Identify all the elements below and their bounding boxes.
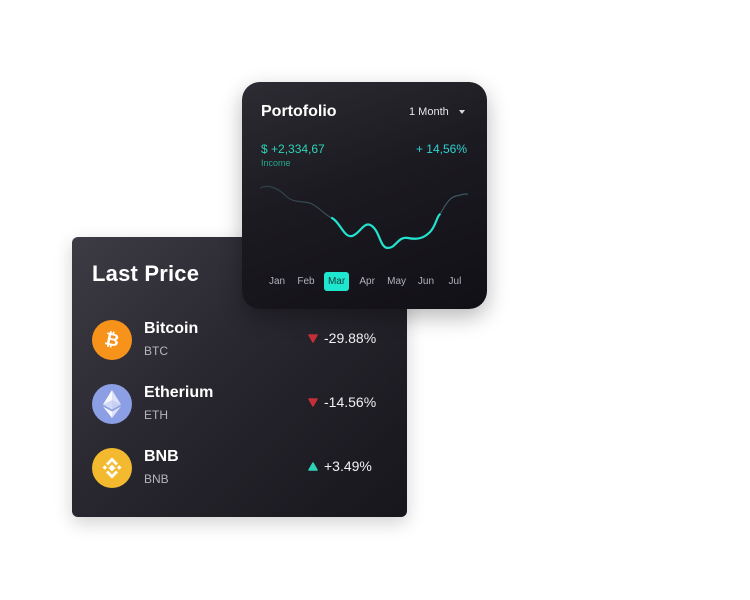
last-price-title: Last Price [92, 261, 200, 286]
bnb-icon [92, 448, 132, 488]
portfolio-card: Portofolio 1 Month $ +2,334,67 Income + … [242, 82, 487, 309]
month-jul[interactable]: Jul [444, 272, 466, 291]
month-mar[interactable]: Mar [323, 271, 350, 291]
coin-row-bitcoin[interactable]: ₿ Bitcoin BTC -29.88% [92, 320, 387, 364]
coin-symbol: BNB [144, 472, 169, 486]
income-label: Income [261, 158, 291, 168]
month-jan[interactable]: Jan [266, 272, 288, 291]
coin-change: -14.56% [308, 394, 376, 410]
portfolio-title: Portofolio [261, 103, 337, 120]
coin-symbol: BTC [144, 344, 168, 358]
month-may[interactable]: May [385, 272, 408, 291]
income-change: + 14,56% [415, 142, 467, 156]
bitcoin-icon: ₿ [92, 320, 132, 360]
month-jun[interactable]: Jun [415, 272, 437, 291]
coin-name: Bitcoin [144, 320, 199, 337]
up-triangle-icon [308, 461, 318, 471]
chart-line-faded-left [260, 185, 333, 219]
month-selector: Jan Feb Mar Apr May Jun Jul [266, 270, 466, 292]
coin-change-value: -14.56% [324, 394, 377, 410]
chart-line-faded-right [439, 193, 468, 215]
period-value: 1 Month [409, 106, 449, 118]
coin-symbol: ETH [144, 408, 168, 422]
chart-line-highlight [330, 212, 442, 250]
coin-row-bnb[interactable]: BNB BNB +3.49% [92, 448, 387, 492]
coin-change: -29.88% [308, 330, 376, 346]
month-apr[interactable]: Apr [356, 272, 378, 291]
income-value: $ +2,334,67 [261, 142, 325, 156]
month-feb[interactable]: Feb [295, 272, 317, 291]
coin-row-ethereum[interactable]: Etherium ETH -14.56% [92, 384, 387, 428]
coin-change-value: +3.49% [324, 458, 372, 474]
caret-down-icon [458, 110, 465, 114]
coin-change-value: -29.88% [324, 330, 377, 346]
ethereum-icon [92, 384, 132, 424]
down-triangle-icon [308, 397, 318, 407]
period-dropdown[interactable]: 1 Month [409, 106, 465, 118]
svg-text:₿: ₿ [103, 329, 121, 351]
coin-name: Etherium [144, 384, 214, 401]
coin-change: +3.49% [308, 458, 372, 474]
down-triangle-icon [308, 333, 318, 343]
portfolio-line-chart [260, 185, 468, 250]
coin-name: BNB [144, 448, 179, 465]
